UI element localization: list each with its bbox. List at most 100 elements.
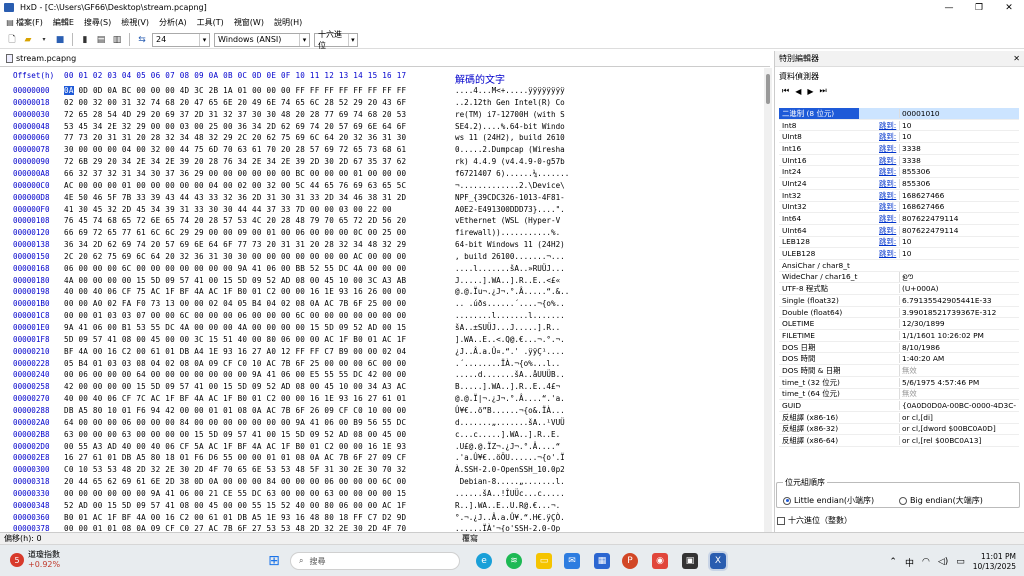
prev-icon[interactable]: ◀ (795, 87, 801, 96)
row-decoded-text[interactable]: ¬.............2.\Device\ (455, 181, 565, 190)
menu-edit[interactable]: 編輯E (53, 17, 74, 28)
row-hex-bytes[interactable]: 05 B4 01 03 03 08 04 02 08 0A 09 CF C0 1… (64, 359, 406, 368)
row-hex-bytes[interactable]: 72 65 28 54 4D 29 20 69 37 2D 31 32 37 3… (64, 110, 406, 119)
inspector-value[interactable]: 855306 (899, 167, 1019, 177)
little-endian-radio[interactable]: Little endian(小端序) (783, 495, 874, 506)
menu-tools[interactable]: 工具(T) (197, 17, 224, 28)
row-decoded-text[interactable]: ......šA..!ÎUÜc...c..... (455, 489, 565, 498)
row-hex-bytes[interactable]: 40 00 40 06 CF 75 AC 1F BF 4A AC 1F B0 0… (64, 287, 406, 296)
app-icon[interactable]: ◉ (652, 553, 668, 569)
row-hex-bytes[interactable]: 2C 20 62 75 69 6C 64 20 32 36 31 30 30 0… (64, 252, 406, 261)
inspector-value[interactable]: 807622479114 (899, 225, 1019, 235)
row-decoded-text[interactable]: ....4...M<+.....ÿÿÿÿÿÿÿÿ (455, 86, 565, 95)
inspector-value[interactable]: or cl,[di] (899, 412, 1019, 422)
row-hex-bytes[interactable]: 06 00 00 00 6C 00 00 00 00 00 00 00 9A 4… (64, 264, 406, 273)
inspector-value[interactable]: 8/10/1986 (899, 342, 1019, 352)
row-decoded-text[interactable]: vEthernet (WSL (Hyper-V (455, 216, 565, 225)
inspector-row[interactable]: WideChar / char16_t ഊ (779, 271, 1019, 284)
row-hex-bytes[interactable]: 00 00 A0 02 FA F0 73 13 00 00 02 04 05 B… (64, 299, 406, 308)
row-hex-bytes[interactable]: 20 44 65 62 69 61 6E 2D 38 0D 0A 00 00 0… (64, 477, 406, 486)
inspector-value[interactable]: 3338 (899, 143, 1019, 153)
inspector-row[interactable]: Int32 跳到: 168627466 (779, 190, 1019, 202)
jump-to-link[interactable]: 跳到: (859, 225, 899, 236)
inspector-row[interactable]: UInt16 跳到: 3338 (779, 155, 1019, 167)
jump-to-link[interactable]: 跳到: (859, 178, 899, 189)
row-hex-bytes[interactable]: 00 00 01 01 08 0A 09 CF C0 27 AC 7B 6F 2… (64, 524, 406, 532)
row-decoded-text[interactable]: À.SSH-2.0-OpenSSH_10.0p2 (455, 465, 565, 474)
inspector-row[interactable]: DOS 日期 8/10/1986 (779, 342, 1019, 354)
new-file-icon[interactable]: 🗋 (6, 34, 18, 46)
jump-to-link[interactable]: 跳到: (859, 190, 899, 201)
save-icon[interactable]: ■ (54, 34, 66, 46)
jump-to-link[interactable]: 跳到: (859, 120, 899, 131)
doc-menu-icon[interactable]: ▤ (4, 17, 16, 29)
row-decoded-text[interactable]: Debian-8.....„.......l. (455, 477, 565, 486)
encoding-select[interactable]: Windows (ANSI) ▾ (214, 32, 310, 47)
inspector-row[interactable]: GUID {0A0D0D0A-00BC-0000-4D3C- (779, 400, 1019, 412)
mail-icon[interactable]: ✉ (564, 553, 580, 569)
inspector-row[interactable]: UInt64 跳到: 807622479114 (779, 225, 1019, 237)
maximize-icon[interactable]: ❐ (964, 0, 994, 15)
row-decoded-text[interactable]: Û¥€..ö”B......¬{o&.ÏÀ... (455, 406, 565, 415)
row-decoded-text[interactable]: ws 11 (24H2), build 2610 (455, 133, 565, 142)
inspector-row[interactable]: UInt8 跳到: 10 (779, 131, 1019, 144)
row-hex-bytes[interactable]: 42 00 00 00 00 15 5D 09 57 41 00 15 5D 0… (64, 382, 406, 391)
inspector-row[interactable]: UTF-8 程式點 (U+000A) (779, 283, 1019, 295)
inspector-value[interactable]: (U+000A) (899, 284, 1019, 294)
inspector-value[interactable]: 168627466 (899, 202, 1019, 212)
row-hex-bytes[interactable]: 5D 09 57 41 08 00 45 00 00 3C 15 51 40 0… (64, 335, 406, 344)
inspector-row[interactable]: UInt32 跳到: 168627466 (779, 202, 1019, 214)
inspector-value[interactable]: 10 (899, 237, 1019, 247)
row-decoded-text[interactable]: .. .úðs......´....¬{o%.. (455, 299, 565, 308)
row-decoded-text[interactable]: .....d.......šA..åUUÜB.. (455, 370, 565, 379)
row-hex-bytes[interactable]: 66 69 72 65 77 61 6C 6C 29 29 00 00 09 0… (64, 228, 406, 237)
inspector-value[interactable]: 855306 (899, 178, 1019, 188)
inspector-value[interactable]: 12/30/1899 (899, 319, 1019, 329)
selected-byte[interactable]: 0A (64, 86, 74, 95)
open-dropdown-icon[interactable]: ▾ (38, 34, 50, 46)
inspector-value[interactable]: 10 (899, 249, 1019, 259)
row-hex-bytes[interactable]: BF 4A 00 16 C2 00 61 01 DB A4 1E 93 16 2… (64, 347, 406, 356)
jump-to-link[interactable]: 跳到: (859, 166, 899, 177)
disk-icon[interactable]: ▤ (95, 34, 107, 46)
big-endian-radio[interactable]: Big endian(大端序) (899, 495, 983, 506)
row-decoded-text[interactable]: ......ÏÀ'¬{o'SSH-2.0-Op (455, 524, 560, 532)
row-hex-bytes[interactable]: 00 55 A3 AD 40 00 40 06 CF 5A AC 1F BF 4… (64, 442, 406, 451)
inspector-row[interactable]: Int8 跳到: 10 (779, 120, 1019, 132)
menu-file[interactable]: 檔案(F) (16, 17, 43, 28)
minimize-icon[interactable]: — (934, 0, 964, 15)
inspector-value[interactable]: 6.79135542905441E-33 (899, 295, 1019, 305)
ime-indicator[interactable]: 中 (905, 556, 914, 569)
row-decoded-text[interactable]: ....l.......šA..»RUÜJ... (455, 264, 565, 273)
row-hex-bytes[interactable]: 9A 41 06 00 B1 53 55 DC 4A 00 00 00 4A 0… (64, 323, 406, 332)
inspector-row[interactable]: 反組譯 (x86-32) or cl,[dword $00BC0A0D] (779, 424, 1019, 436)
jump-to-link[interactable]: 跳到: (859, 201, 899, 212)
menu-analysis[interactable]: 分析(A) (159, 17, 187, 28)
inspector-row[interactable]: AnsiChar / char8_t (779, 260, 1019, 272)
row-decoded-text[interactable]: ].WA..E..<.Q@.€...¬.°.¬. (455, 335, 565, 344)
inspector-row[interactable]: Int16 跳到: 3338 (779, 143, 1019, 155)
spotify-icon[interactable]: ≋ (506, 553, 522, 569)
ram-icon[interactable]: ▮ (79, 34, 91, 46)
open-file-icon[interactable]: ▰ (22, 34, 34, 46)
close-icon[interactable]: ✕ (994, 0, 1024, 15)
row-decoded-text[interactable]: NPF_{39CDC326-1013-4F81- (455, 193, 565, 202)
row-decoded-text[interactable]: d.......„.......šA..¹VUÜ (455, 418, 565, 427)
battery-icon[interactable]: ▭ (956, 557, 965, 567)
inspector-value[interactable]: 5/6/1975 4:57:46 PM (899, 377, 1019, 387)
jump-to-link[interactable]: 跳到: (859, 155, 899, 166)
stock-widget[interactable]: 5 道瓊指數 +0.92% (10, 550, 60, 570)
inspector-row[interactable]: DOS 時間 & 日期 無效 (779, 364, 1019, 377)
menu-view[interactable]: 檢視(V) (121, 17, 149, 28)
row-hex-bytes[interactable]: 00 00 01 03 03 07 00 00 6C 00 00 00 06 0… (64, 311, 406, 320)
row-hex-bytes[interactable]: 4E 50 46 5F 7B 33 39 43 44 43 33 32 36 2… (64, 193, 406, 202)
inspector-value[interactable]: 10 (899, 120, 1019, 130)
tab-data-inspector[interactable]: 資料偵測器 (775, 69, 1024, 83)
inspector-value[interactable]: 1/1/1601 10:26:02 PM (899, 330, 1019, 340)
inspector-value[interactable]: 3338 (899, 155, 1019, 165)
row-decoded-text[interactable]: ..2.12th Gen Intel(R) Co (455, 98, 565, 107)
volume-icon[interactable]: ◁) (938, 557, 948, 567)
jump-to-link[interactable]: 跳到: (859, 213, 899, 224)
inspector-value[interactable]: or cl,[dword $00BC0A0D] (899, 424, 1019, 434)
first-icon[interactable]: ⏮ (782, 86, 789, 96)
